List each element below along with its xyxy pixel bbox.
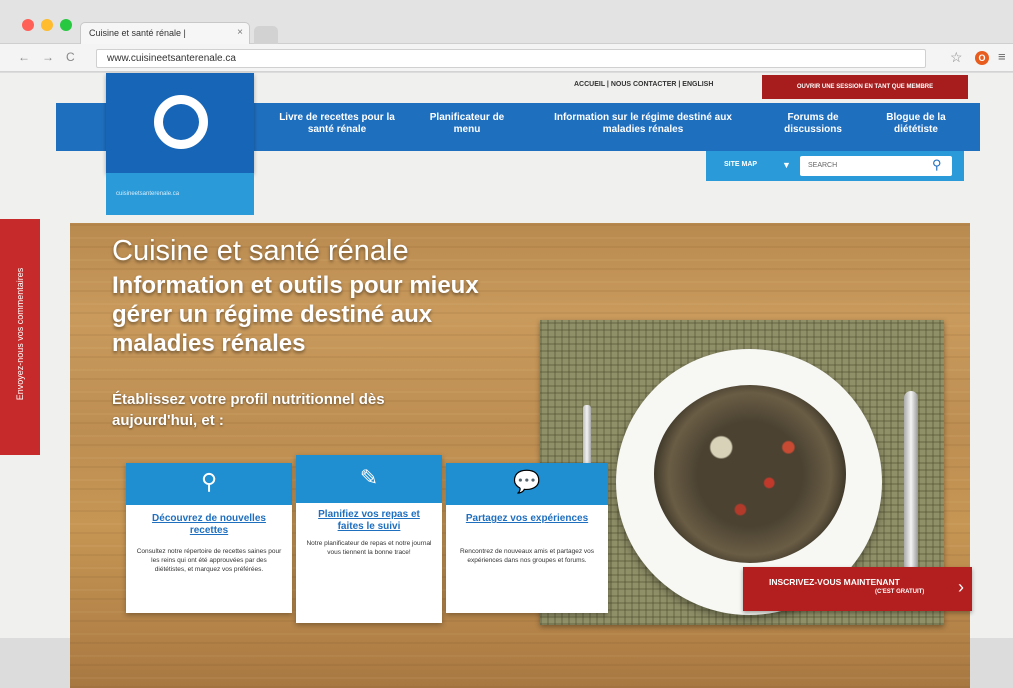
tab-title: Cuisine et santé rénale | xyxy=(89,28,186,38)
nav-item-forums[interactable]: Forums de discussions xyxy=(778,112,848,136)
new-tab-button[interactable] xyxy=(254,26,278,44)
minimize-window-button[interactable] xyxy=(41,19,53,31)
address-bar-row: ← → C www.cuisineetsanterenale.ca ☆ O ≡ xyxy=(0,44,1013,72)
card-title[interactable]: Planifiez vos repas et faites le suivi xyxy=(304,509,434,533)
hero-title: Cuisine et santé rénale xyxy=(112,235,409,267)
member-login-button[interactable]: OUVRIR UNE SESSION EN TANT QUE MEMBRE xyxy=(762,75,968,99)
tab-bar: Cuisine et santé rénale | × xyxy=(0,0,1013,44)
signup-button[interactable]: INSCRIVEZ-VOUS MAINTENANT (C'EST GRATUIT… xyxy=(743,567,972,611)
web-page: ACCUEIL | NOUS CONTACTER | ENGLISH OUVRI… xyxy=(0,73,1013,688)
utility-links[interactable]: ACCUEIL | NOUS CONTACTER | ENGLISH xyxy=(574,81,713,88)
hero-cta-text: Établissez votre profil nutritionnel dès… xyxy=(112,391,385,429)
logo-emblem-icon xyxy=(154,95,208,149)
card-title[interactable]: Partagez vos expériences xyxy=(454,513,600,525)
nav-item-blog[interactable]: Blogue de la diététiste xyxy=(866,112,966,136)
feedback-label: Envoyez-nous vos commentaires xyxy=(15,267,25,401)
signup-sublabel: (C'EST GRATUIT) xyxy=(875,589,925,595)
salad-image xyxy=(654,385,846,563)
nav-item-diet-info[interactable]: Information sur le régime destiné aux ma… xyxy=(540,112,746,136)
close-window-button[interactable] xyxy=(22,19,34,31)
chat-icon: 💬 xyxy=(513,469,541,494)
card-title[interactable]: Découvrez de nouvelles recettes xyxy=(134,513,284,537)
chevron-right-icon: › xyxy=(958,577,964,597)
menu-icon[interactable]: ≡ xyxy=(998,49,1006,64)
search-icon[interactable]: ⚲ xyxy=(932,157,956,173)
hero-subtitle: Information et outils pour mieux gérer u… xyxy=(112,272,479,357)
planner-icon: ✎ xyxy=(359,465,379,490)
bookmark-star-icon[interactable]: ☆ xyxy=(950,49,963,66)
browser-window: Cuisine et santé rénale | × ← → C www.cu… xyxy=(0,0,1013,688)
card-text: Notre planificateur de repas et notre jo… xyxy=(306,540,432,556)
nav-item-menu-planner[interactable]: Planificateur de menu xyxy=(428,112,506,136)
signup-label: INSCRIVEZ-VOUS MAINTENANT xyxy=(769,577,900,587)
browser-tab[interactable]: Cuisine et santé rénale | × xyxy=(80,22,250,44)
maximize-window-button[interactable] xyxy=(60,19,72,31)
sitemap-link[interactable]: SITE MAP xyxy=(724,161,757,168)
reload-icon[interactable]: C xyxy=(66,50,75,64)
search-icon: ⚲ xyxy=(200,469,218,494)
logo-sub-text: cuisineetsanterenale.ca xyxy=(116,191,180,197)
knife-image xyxy=(904,391,918,569)
forward-icon[interactable]: → xyxy=(42,50,54,64)
nav-item-recipes[interactable]: Livre de recettes pour la santé rénale xyxy=(278,112,396,136)
extension-icon[interactable]: O xyxy=(975,51,989,65)
site-logo[interactable] xyxy=(106,73,254,173)
chevron-down-icon[interactable]: ▼ xyxy=(782,160,791,170)
search-bar: SITE MAP ▼ SEARCH ⚲ xyxy=(706,151,964,181)
card-share[interactable]: 💬 Partagez vos expériences Rencontrez de… xyxy=(446,463,608,613)
card-text: Rencontrez de nouveaux amis et partagez … xyxy=(459,548,595,564)
card-planner[interactable]: ✎ Planifiez vos repas et faites le suivi… xyxy=(296,455,442,623)
logo-subbar: cuisineetsanterenale.ca xyxy=(106,173,254,215)
card-recipes[interactable]: ⚲ Découvrez de nouvelles recettes Consul… xyxy=(126,463,292,613)
search-input[interactable]: SEARCH xyxy=(800,156,952,176)
url-input[interactable]: www.cuisineetsanterenale.ca xyxy=(96,49,926,68)
feedback-tab[interactable]: Envoyez-nous vos commentaires xyxy=(0,219,40,455)
tab-close-icon[interactable]: × xyxy=(237,27,243,38)
card-text: Consultez notre répertoire de recettes s… xyxy=(136,548,282,573)
back-icon[interactable]: ← xyxy=(18,50,30,64)
